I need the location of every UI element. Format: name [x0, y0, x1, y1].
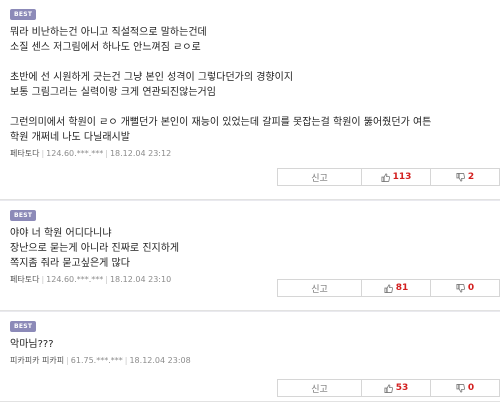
report-label: 신고: [311, 173, 328, 184]
comment-text: 뭐라 비난하는건 아니고 직설적으로 말하는건데 소질 센스 저그림에서 하나도…: [10, 25, 500, 145]
divider: |: [66, 356, 69, 365]
thumbs-up-icon: [384, 383, 393, 393]
upvote-button[interactable]: 53: [361, 379, 431, 397]
comment-meta: 페타토다 | 124.60.***.*** | 18.12.04 23:12: [10, 148, 500, 159]
divider: |: [41, 149, 45, 158]
comment-actions: 신고 53 0: [277, 379, 500, 397]
comment-line: 초반에 선 시원하게 긋는건 그냥 본인 성격이 그렇다던가의 경향이지: [10, 72, 294, 83]
comment-line: 소질 센스 저그림에서 하나도 안느껴짐 ㄹㅇ로: [10, 42, 201, 53]
comment-text: 야야 너 학원 어디다니냐 장난으로 묻는게 아니라 진짜로 진지하게 쪽지좀 …: [10, 226, 500, 271]
comment-line: 야야 너 학원 어디다니냐: [10, 228, 112, 239]
comment-item: BEST 악마님??? 피카피카 피카피 | 61.75.***.*** | 18.12…: [0, 312, 500, 402]
comment-line: 학원 개쩌네 나도 다닐래시발: [10, 132, 130, 143]
comment-meta: 피카피카 피카피 | 61.75.***.*** | 18.12.04 23:08: [10, 355, 500, 366]
report-button[interactable]: 신고: [277, 379, 362, 397]
comment-text: 악마님???: [10, 337, 500, 352]
author-ip: 124.60.***.***: [46, 149, 104, 158]
comment-datetime: 18.12.04 23:10: [109, 275, 172, 284]
upvote-count: 81: [395, 283, 409, 293]
upvote-button[interactable]: 113: [361, 168, 431, 186]
best-badge: BEST: [10, 210, 37, 221]
comment-line: 그런의미에서 학원이 ㄹㅇ 개뻘던가 본인이 재능이 있었는데 갈피를 못잡는걸…: [10, 117, 432, 128]
author-nickname[interactable]: 피카피카 피카피: [10, 356, 64, 365]
comment-line: 쪽지좀 줘라 묻고싶은게 많다: [10, 258, 130, 269]
downvote-button[interactable]: 2: [430, 168, 500, 186]
divider: |: [41, 275, 45, 284]
upvote-count: 53: [395, 383, 409, 393]
comment-line: 장난으로 묻는게 아니라 진짜로 진지하게: [10, 243, 180, 254]
author-ip: 61.75.***.***: [70, 356, 123, 365]
downvote-button[interactable]: 0: [430, 279, 500, 297]
comment-datetime: 18.12.04 23:12: [109, 149, 172, 158]
comment-datetime: 18.12.04 23:08: [129, 356, 191, 365]
downvote-count: 0: [467, 283, 475, 293]
report-label: 신고: [311, 284, 328, 295]
comment-line: 악마님???: [10, 339, 54, 350]
comment-item: BEST 뭐라 비난하는건 아니고 직설적으로 말하는건데 소질 센스 저그림에…: [0, 0, 500, 200]
thumbs-down-icon: [456, 172, 465, 182]
divider: |: [124, 356, 128, 365]
upvote-button[interactable]: 81: [361, 279, 431, 297]
divider: |: [105, 149, 108, 158]
upvote-count: 113: [392, 172, 412, 182]
thumbs-up-icon: [384, 283, 393, 293]
divider: |: [105, 275, 108, 284]
best-badge: BEST: [10, 9, 37, 20]
author-ip: 124.60.***.***: [46, 275, 104, 284]
report-button[interactable]: 신고: [277, 168, 362, 186]
author-nickname[interactable]: 페타토다: [10, 149, 39, 158]
comment-line: [10, 55, 500, 70]
comment-line: [10, 100, 500, 115]
downvote-count: 2: [467, 172, 475, 182]
author-nickname[interactable]: 페타토다: [10, 275, 39, 284]
thumbs-up-icon: [381, 172, 390, 182]
best-badge: BEST: [10, 321, 37, 332]
downvote-count: 0: [467, 383, 475, 393]
comment-line: 보통 그림그리는 실력이랑 크게 연관되진않는거임: [10, 87, 216, 98]
comment-line: 뭐라 비난하는건 아니고 직설적으로 말하는건데: [10, 27, 207, 38]
thumbs-down-icon: [456, 383, 465, 393]
comment-item: BEST 야야 너 학원 어디다니냐 장난으로 묻는게 아니라 진짜로 진지하게…: [0, 201, 500, 311]
report-button[interactable]: 신고: [277, 279, 362, 297]
downvote-button[interactable]: 0: [430, 379, 500, 397]
thumbs-down-icon: [456, 283, 465, 293]
report-label: 신고: [311, 384, 328, 395]
comment-actions: 신고 81 0: [277, 279, 500, 297]
comment-actions: 신고 113 2: [277, 168, 500, 186]
